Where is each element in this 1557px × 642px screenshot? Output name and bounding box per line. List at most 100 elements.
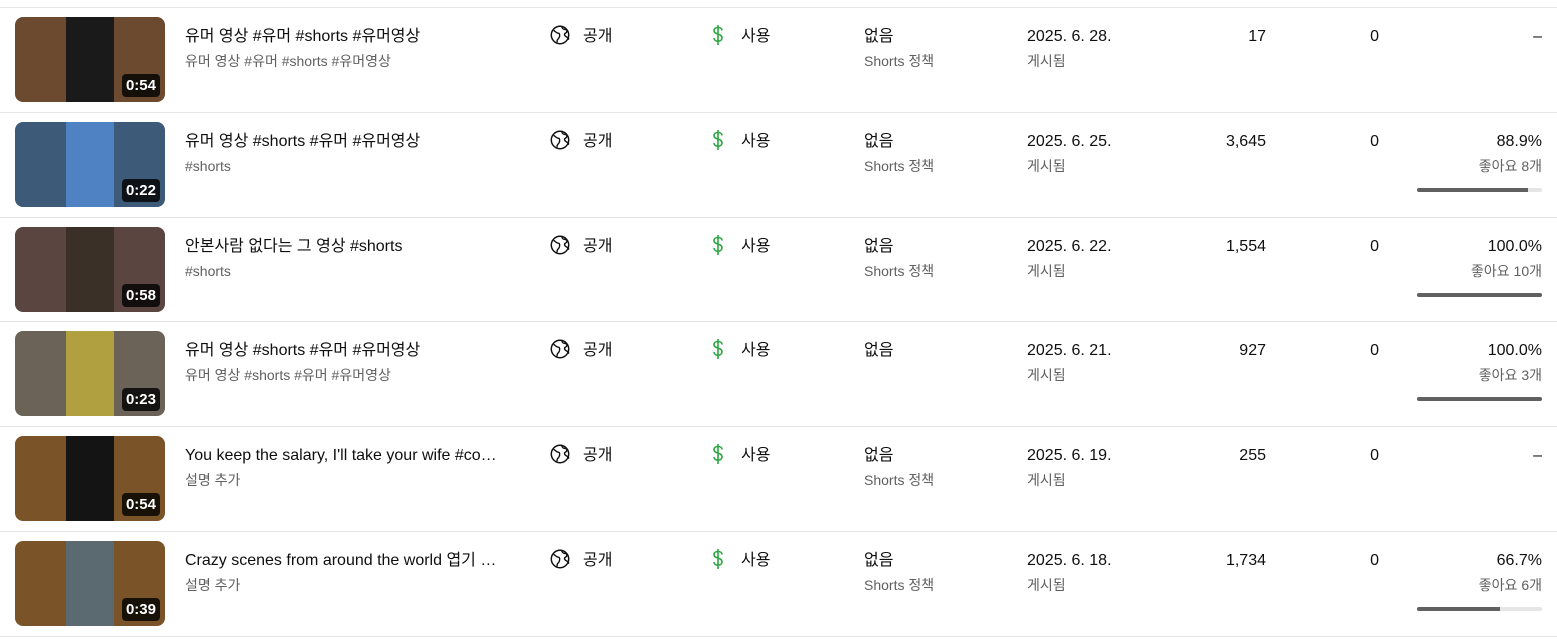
- video-duration: 0:39: [121, 597, 160, 621]
- video-title[interactable]: 안본사람 없다는 그 영상 #shorts: [185, 237, 497, 257]
- globe-icon[interactable]: [549, 129, 571, 151]
- monetization-label[interactable]: 사용: [741, 551, 770, 571]
- monetization-label[interactable]: 사용: [741, 446, 770, 466]
- monetization-label[interactable]: 사용: [741, 237, 770, 257]
- publish-status: 게시됨: [1027, 576, 1066, 593]
- likes-percent: 100.0%: [1487, 342, 1542, 360]
- like-ratio-fill: [1417, 292, 1542, 297]
- likes-count: 좋아요 6개: [1478, 576, 1542, 593]
- restrictions-value: 없음: [864, 551, 894, 569]
- video-thumbnail[interactable]: 0:23: [15, 331, 165, 417]
- table-row[interactable]: 0:58 안본사람 없다는 그 영상 #shorts #shorts 공개 사용…: [0, 218, 1557, 323]
- restrictions-note: Shorts 정책: [864, 472, 935, 489]
- likes-count: 좋아요 8개: [1478, 157, 1542, 174]
- video-title[interactable]: You keep the salary, I'll take your wife…: [185, 446, 497, 466]
- dollar-icon[interactable]: [710, 443, 726, 465]
- comments-count: 0: [1370, 132, 1379, 150]
- thumbnail-frame: [66, 226, 114, 312]
- thumbnail-frame: [66, 17, 114, 102]
- thumbnail-frame: [66, 436, 114, 522]
- globe-icon[interactable]: [549, 234, 571, 256]
- video-title[interactable]: 유머 영상 #shorts #유머 #유머영상: [185, 132, 497, 152]
- likes-percent: –: [1533, 28, 1542, 45]
- dollar-icon[interactable]: [710, 234, 726, 256]
- video-title[interactable]: 유머 영상 #shorts #유머 #유머영상: [185, 341, 497, 361]
- dollar-icon[interactable]: [710, 129, 726, 151]
- likes-percent: –: [1533, 447, 1542, 465]
- visibility-label[interactable]: 공개: [583, 341, 612, 361]
- thumbnail-frame: [66, 121, 114, 207]
- globe-icon[interactable]: [549, 338, 571, 360]
- like-ratio-fill: [1417, 187, 1529, 192]
- dollar-icon[interactable]: [710, 548, 726, 570]
- monetization-label[interactable]: 사용: [741, 341, 770, 361]
- likes-percent: 100.0%: [1487, 237, 1542, 255]
- publish-status: 게시됨: [1027, 367, 1066, 384]
- likes-percent: 66.7%: [1496, 551, 1542, 569]
- video-description[interactable]: 설명 추가: [185, 471, 497, 489]
- video-description: 유머 영상 #유머 #shorts #유머영상: [185, 53, 391, 69]
- comments-count: 0: [1370, 237, 1379, 255]
- visibility-label[interactable]: 공개: [583, 132, 612, 152]
- views-count: 927: [1239, 342, 1266, 360]
- visibility-label[interactable]: 공개: [583, 27, 612, 47]
- video-duration: 0:54: [121, 74, 160, 97]
- video-title[interactable]: Crazy scenes from around the world 엽기 영상: [185, 551, 497, 571]
- table-row[interactable]: 0:54 You keep the salary, I'll take your…: [0, 427, 1557, 532]
- visibility-label[interactable]: 공개: [583, 551, 612, 571]
- views-count: 17: [1248, 28, 1266, 45]
- table-row[interactable]: 0:22 유머 영상 #shorts #유머 #유머영상 #shorts 공개 …: [0, 113, 1557, 218]
- publish-date: 2025. 6. 18.: [1027, 551, 1112, 569]
- restrictions-value: 없음: [864, 237, 894, 255]
- table-row[interactable]: 0:23 유머 영상 #shorts #유머 #유머영상 유머 영상 #shor…: [0, 322, 1557, 428]
- like-ratio-bar: [1417, 397, 1542, 402]
- video-duration: 0:54: [121, 493, 160, 517]
- monetization-label[interactable]: 사용: [741, 132, 770, 152]
- video-title[interactable]: 유머 영상 #유머 #shorts #유머영상: [185, 27, 497, 47]
- like-ratio-fill: [1417, 397, 1542, 402]
- video-description: #shorts: [185, 157, 231, 174]
- restrictions-note: Shorts 정책: [864, 53, 935, 69]
- dollar-icon[interactable]: [710, 338, 726, 360]
- monetization-label[interactable]: 사용: [741, 27, 770, 47]
- publish-status: 게시됨: [1027, 53, 1066, 69]
- comments-count: 0: [1370, 342, 1379, 360]
- restrictions-value: 없음: [864, 447, 894, 465]
- thumbnail-frame: [66, 331, 114, 417]
- video-thumbnail[interactable]: 0:39: [15, 540, 165, 626]
- likes-count: 좋아요 3개: [1478, 367, 1542, 384]
- video-duration: 0:58: [121, 283, 160, 307]
- globe-icon[interactable]: [549, 548, 571, 570]
- globe-icon[interactable]: [549, 24, 571, 46]
- publish-status: 게시됨: [1027, 157, 1066, 174]
- like-ratio-fill: [1417, 606, 1501, 611]
- likes-percent: 88.9%: [1496, 132, 1542, 150]
- publish-date: 2025. 6. 22.: [1027, 237, 1112, 255]
- video-description[interactable]: 설명 추가: [185, 576, 497, 594]
- visibility-label[interactable]: 공개: [583, 237, 612, 257]
- video-thumbnail[interactable]: 0:22: [15, 121, 165, 207]
- video-description: 유머 영상 #shorts #유머 #유머영상: [185, 367, 391, 384]
- video-thumbnail[interactable]: 0:58: [15, 226, 165, 312]
- table-row[interactable]: 0:39 Crazy scenes from around the world …: [0, 532, 1557, 637]
- comments-count: 0: [1370, 551, 1379, 569]
- publish-date: 2025. 6. 25.: [1027, 132, 1112, 150]
- publish-date: 2025. 6. 19.: [1027, 447, 1112, 465]
- thumbnail-frame: [66, 540, 114, 626]
- publish-status: 게시됨: [1027, 262, 1066, 279]
- restrictions-note: Shorts 정책: [864, 576, 935, 593]
- video-duration: 0:23: [121, 388, 160, 412]
- publish-date: 2025. 6. 21.: [1027, 342, 1112, 360]
- visibility-label[interactable]: 공개: [583, 446, 612, 466]
- video-thumbnail[interactable]: 0:54: [15, 436, 165, 522]
- views-count: 255: [1239, 447, 1266, 465]
- publish-date: 2025. 6. 28.: [1027, 28, 1112, 45]
- restrictions-value: 없음: [864, 342, 894, 360]
- table-row[interactable]: 0:54 유머 영상 #유머 #shorts #유머영상 유머 영상 #유머 #…: [0, 8, 1557, 113]
- video-description: #shorts: [185, 262, 231, 279]
- dollar-icon[interactable]: [710, 24, 726, 46]
- video-duration: 0:22: [121, 178, 160, 202]
- globe-icon[interactable]: [549, 443, 571, 465]
- video-thumbnail[interactable]: 0:54: [15, 17, 165, 102]
- views-count: 3,645: [1225, 132, 1266, 150]
